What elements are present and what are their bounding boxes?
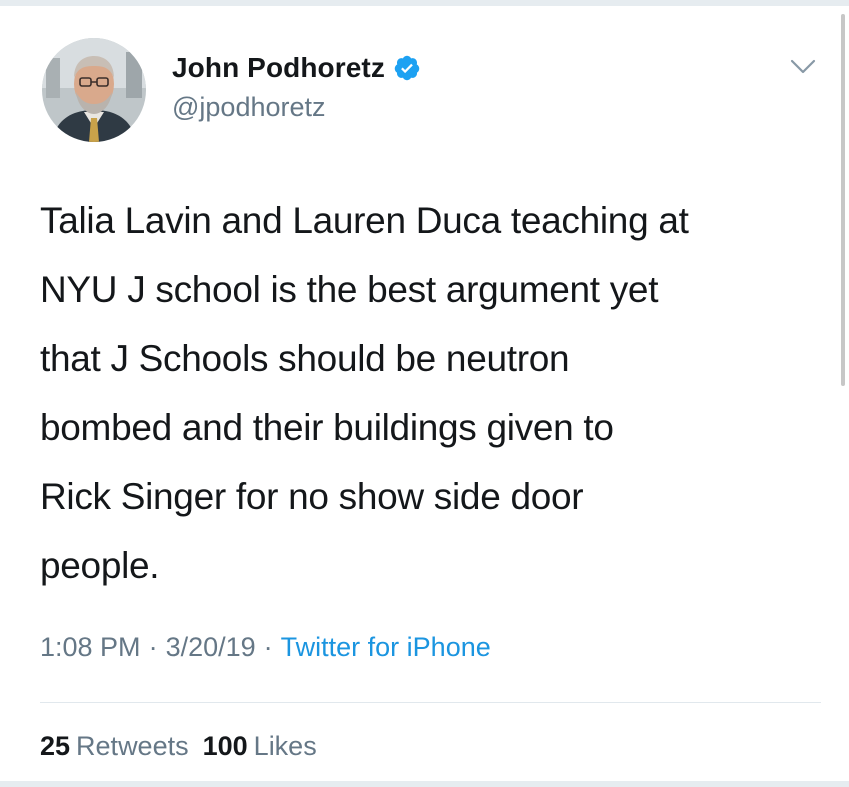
tweet-meta: 1:08 PM · 3/20/19 · Twitter for iPhone xyxy=(40,632,491,663)
author-handle[interactable]: @jpodhoretz xyxy=(172,92,326,123)
tweet-stats: 25 Retweets 100 Likes xyxy=(40,731,331,762)
tweet-time[interactable]: 1:08 PM xyxy=(40,632,141,663)
meta-separator: · xyxy=(263,632,273,662)
author-name-row[interactable]: John Podhoretz xyxy=(172,50,421,86)
meta-separator: · xyxy=(148,632,158,662)
tweet-source-link[interactable]: Twitter for iPhone xyxy=(281,632,491,663)
retweets-count[interactable]: 25 xyxy=(40,731,70,762)
tweet-date[interactable]: 3/20/19 xyxy=(166,632,256,663)
author-display-name[interactable]: John Podhoretz xyxy=(172,52,385,84)
tweet-card: John Podhoretz @jpodhoretz Talia Lavin a… xyxy=(0,0,849,787)
retweets-label[interactable]: Retweets xyxy=(76,731,189,762)
likes-label[interactable]: Likes xyxy=(254,731,317,762)
tweet-text: Talia Lavin and Lauren Duca teaching at … xyxy=(40,200,689,586)
chevron-down-icon[interactable] xyxy=(790,58,816,76)
likes-count[interactable]: 100 xyxy=(203,731,248,762)
scrollbar[interactable] xyxy=(841,14,845,386)
top-border xyxy=(0,0,849,6)
verified-badge-icon xyxy=(393,54,421,82)
avatar[interactable] xyxy=(42,38,146,142)
divider xyxy=(40,702,821,703)
bottom-border xyxy=(0,781,849,787)
